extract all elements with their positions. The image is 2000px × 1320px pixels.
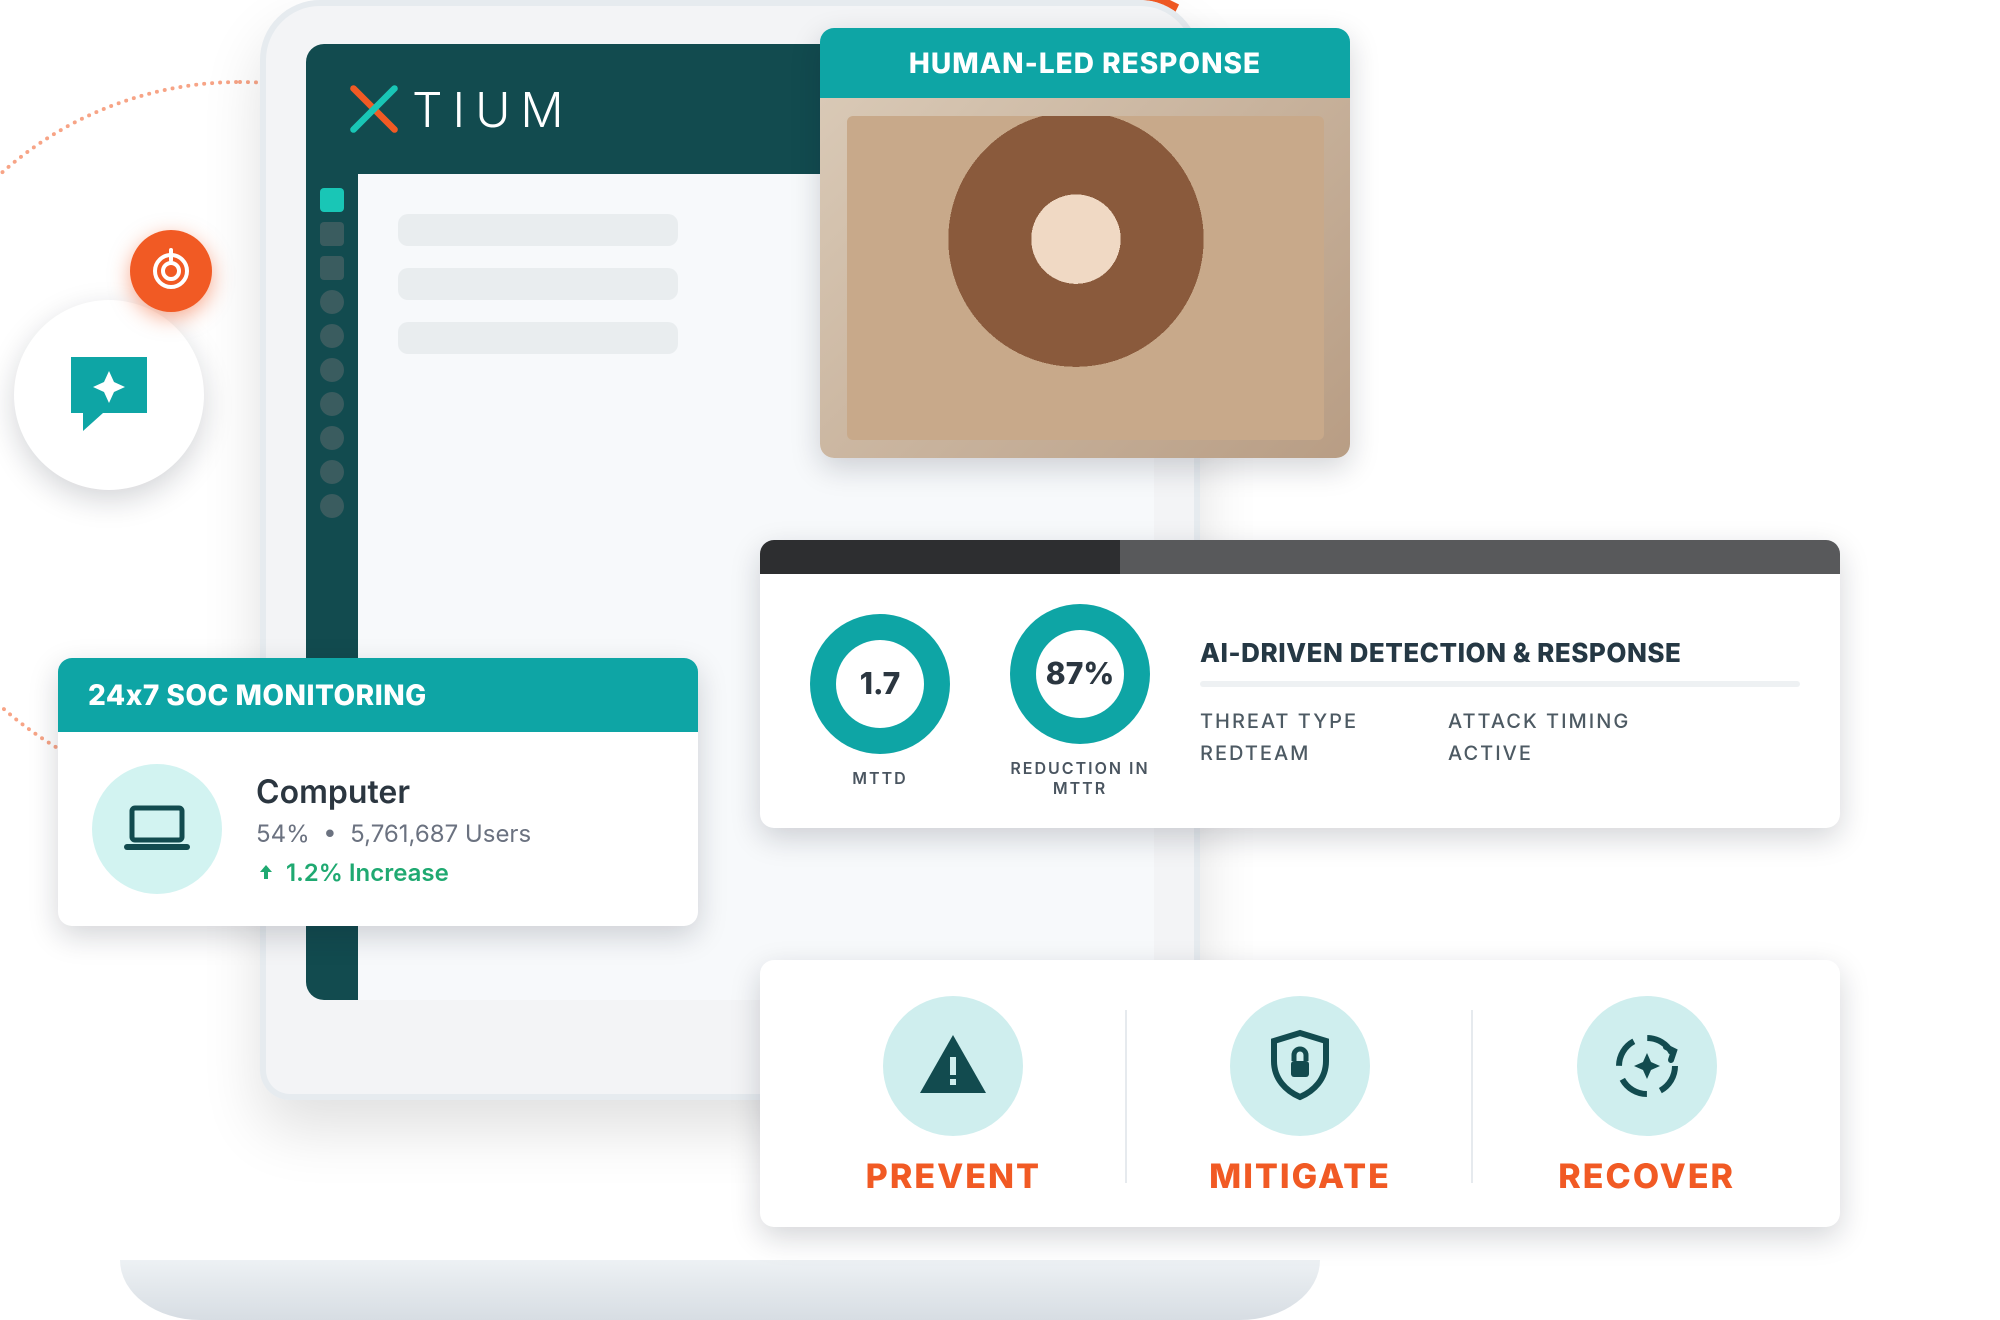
prevent-label: PREVENT <box>866 1156 1041 1197</box>
delta-text: 1.2% Increase <box>286 858 449 887</box>
arrow-up-icon <box>256 862 276 882</box>
mttr-donut: 87% REDUCTION IN MTTR <box>1000 604 1160 798</box>
device-meta: 54% • 5,761,687 Users <box>256 819 531 848</box>
soc-card: 24x7 SOC MONITORING Computer 54% • 5,761… <box>58 658 698 926</box>
mttr-value: 87% <box>1036 630 1124 718</box>
placeholder-row <box>398 322 678 354</box>
mttr-label: REDUCTION IN MTTR <box>1000 758 1160 798</box>
mttd-donut: 1.7 MTTD <box>800 614 960 788</box>
feature-recover: RECOVER <box>1473 996 1820 1197</box>
nav-item[interactable] <box>320 460 344 484</box>
nav-item[interactable] <box>320 358 344 382</box>
analyst-photo <box>820 98 1350 458</box>
tab-selected[interactable] <box>760 540 1120 574</box>
placeholder-row <box>398 214 678 246</box>
chat-sparkle-icon <box>59 345 159 445</box>
card-tabs <box>760 540 1840 574</box>
nav-item[interactable] <box>320 256 344 280</box>
attack-timing-label: ATTACK TIMING <box>1448 709 1630 733</box>
decor-square <box>1350 250 1380 280</box>
threat-type-value: REDTEAM <box>1200 741 1358 765</box>
decor-square <box>1370 420 1392 442</box>
target-icon <box>148 248 194 294</box>
nav-item[interactable] <box>320 392 344 416</box>
ai-detection-card: 1.7 MTTD 87% REDUCTION IN MTTR AI-DRIVEN… <box>760 540 1840 828</box>
nav-item[interactable] <box>320 426 344 450</box>
nav-item[interactable] <box>320 222 344 246</box>
decor-square <box>1470 180 1496 206</box>
feature-mitigate: MITIGATE <box>1127 996 1474 1197</box>
device-percent: 54% <box>256 819 310 848</box>
mttd-label: MTTD <box>800 768 960 788</box>
person-illustration <box>847 116 1324 440</box>
tab[interactable] <box>1480 540 1840 574</box>
nav-item[interactable] <box>320 290 344 314</box>
placeholder-row <box>398 268 678 300</box>
nav-item[interactable] <box>320 494 344 518</box>
features-card: PREVENT MITIGATE RECOVER <box>760 960 1840 1227</box>
mitigate-label: MITIGATE <box>1209 1156 1391 1197</box>
decor-square <box>1410 120 1450 160</box>
mttd-value: 1.7 <box>836 640 924 728</box>
device-delta: 1.2% Increase <box>256 858 531 887</box>
human-led-title: HUMAN-LED RESPONSE <box>820 28 1350 98</box>
chat-badge[interactable] <box>14 300 204 490</box>
device-title: Computer <box>256 772 531 811</box>
nav-item-active[interactable] <box>320 188 344 212</box>
laptop-icon <box>124 804 190 854</box>
recover-label: RECOVER <box>1558 1156 1735 1197</box>
x-logo-icon <box>346 81 402 137</box>
shield-lock-icon <box>1261 1027 1339 1105</box>
human-led-card: HUMAN-LED RESPONSE <box>820 28 1350 458</box>
feature-prevent: PREVENT <box>780 996 1127 1197</box>
nav-item[interactable] <box>320 324 344 348</box>
warning-triangle-icon <box>914 1027 992 1105</box>
tab[interactable] <box>1120 540 1480 574</box>
decor-square <box>1420 330 1466 376</box>
brand-logo: TIUM <box>346 80 574 139</box>
power-badge <box>130 230 212 312</box>
attack-timing-value: ACTIVE <box>1448 741 1630 765</box>
recover-cycle-icon <box>1608 1027 1686 1105</box>
device-users: 5,761,687 Users <box>350 819 531 848</box>
brand-name: TIUM <box>412 80 574 139</box>
device-icon-wrap <box>92 764 222 894</box>
ai-title: AI-DRIVEN DETECTION & RESPONSE <box>1200 638 1800 669</box>
threat-type-label: THREAT TYPE <box>1200 709 1358 733</box>
divider <box>1200 681 1800 687</box>
soc-title: 24x7 SOC MONITORING <box>58 658 698 732</box>
laptop-base <box>120 1260 1320 1320</box>
